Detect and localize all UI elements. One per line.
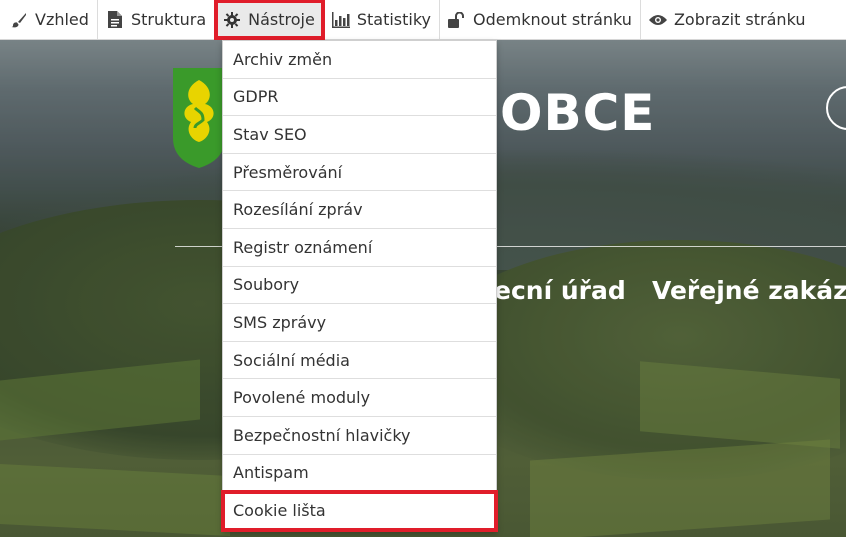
toolbar-label: Odemknout stránku: [473, 10, 632, 29]
toolbar-label: Nástroje: [248, 10, 315, 29]
menu-item-socialni-media[interactable]: Sociální média: [223, 342, 496, 380]
menu-item-rozesilani-zprav[interactable]: Rozesílání zpráv: [223, 191, 496, 229]
menu-item-archiv-zmen[interactable]: Archiv změn: [223, 41, 496, 79]
nav-link-verejne-zakazky[interactable]: Veřejné zakáz: [652, 276, 846, 305]
menu-item-cookie-lista[interactable]: Cookie lišta: [221, 490, 498, 532]
nav-link-obecni-urad[interactable]: ecní úřad: [494, 276, 626, 305]
toolbar-nastroje[interactable]: Nástroje: [214, 0, 325, 40]
toolbar-statistiky[interactable]: Statistiky: [324, 0, 441, 39]
toolbar-label: Vzhled: [35, 10, 89, 29]
menu-item-registr-oznameni[interactable]: Registr oznámení: [223, 229, 496, 267]
toolbar-vzhled[interactable]: Vzhled: [0, 0, 98, 39]
menu-item-bezpecnostni-hlavicky[interactable]: Bezpečnostní hlavičky: [223, 417, 496, 455]
admin-toolbar: Vzhled Struktura Nástroje Statistiky Ode…: [0, 0, 846, 40]
municipality-crest-logo[interactable]: [173, 68, 225, 168]
brush-icon: [10, 11, 28, 29]
menu-item-povolene-moduly[interactable]: Povolené moduly: [223, 379, 496, 417]
tools-dropdown-menu: Archiv změn GDPR Stav SEO Přesměrování R…: [221, 40, 498, 532]
menu-item-stav-seo[interactable]: Stav SEO: [223, 116, 496, 154]
toolbar-odemknout-stranku[interactable]: Odemknout stránku: [440, 0, 641, 39]
bar-chart-icon: [331, 11, 350, 29]
toolbar-label: Zobrazit stránku: [673, 10, 806, 29]
gear-icon: [223, 11, 241, 29]
unlock-icon: [448, 11, 466, 29]
menu-item-soubory[interactable]: Soubory: [223, 267, 496, 305]
toolbar-label: Struktura: [130, 10, 207, 29]
menu-item-gdpr[interactable]: GDPR: [223, 79, 496, 117]
menu-item-antispam[interactable]: Antispam: [223, 455, 496, 493]
toolbar-struktura[interactable]: Struktura: [98, 0, 216, 39]
toolbar-label: Statistiky: [356, 10, 432, 29]
toolbar-zobrazit-stranku[interactable]: Zobrazit stránku: [641, 0, 814, 39]
site-title: OBCE: [500, 84, 656, 142]
eye-icon: [648, 11, 667, 29]
document-icon: [106, 11, 124, 29]
menu-item-presmerovani[interactable]: Přesměrování: [223, 154, 496, 192]
menu-item-sms-zpravy[interactable]: SMS zprávy: [223, 304, 496, 342]
